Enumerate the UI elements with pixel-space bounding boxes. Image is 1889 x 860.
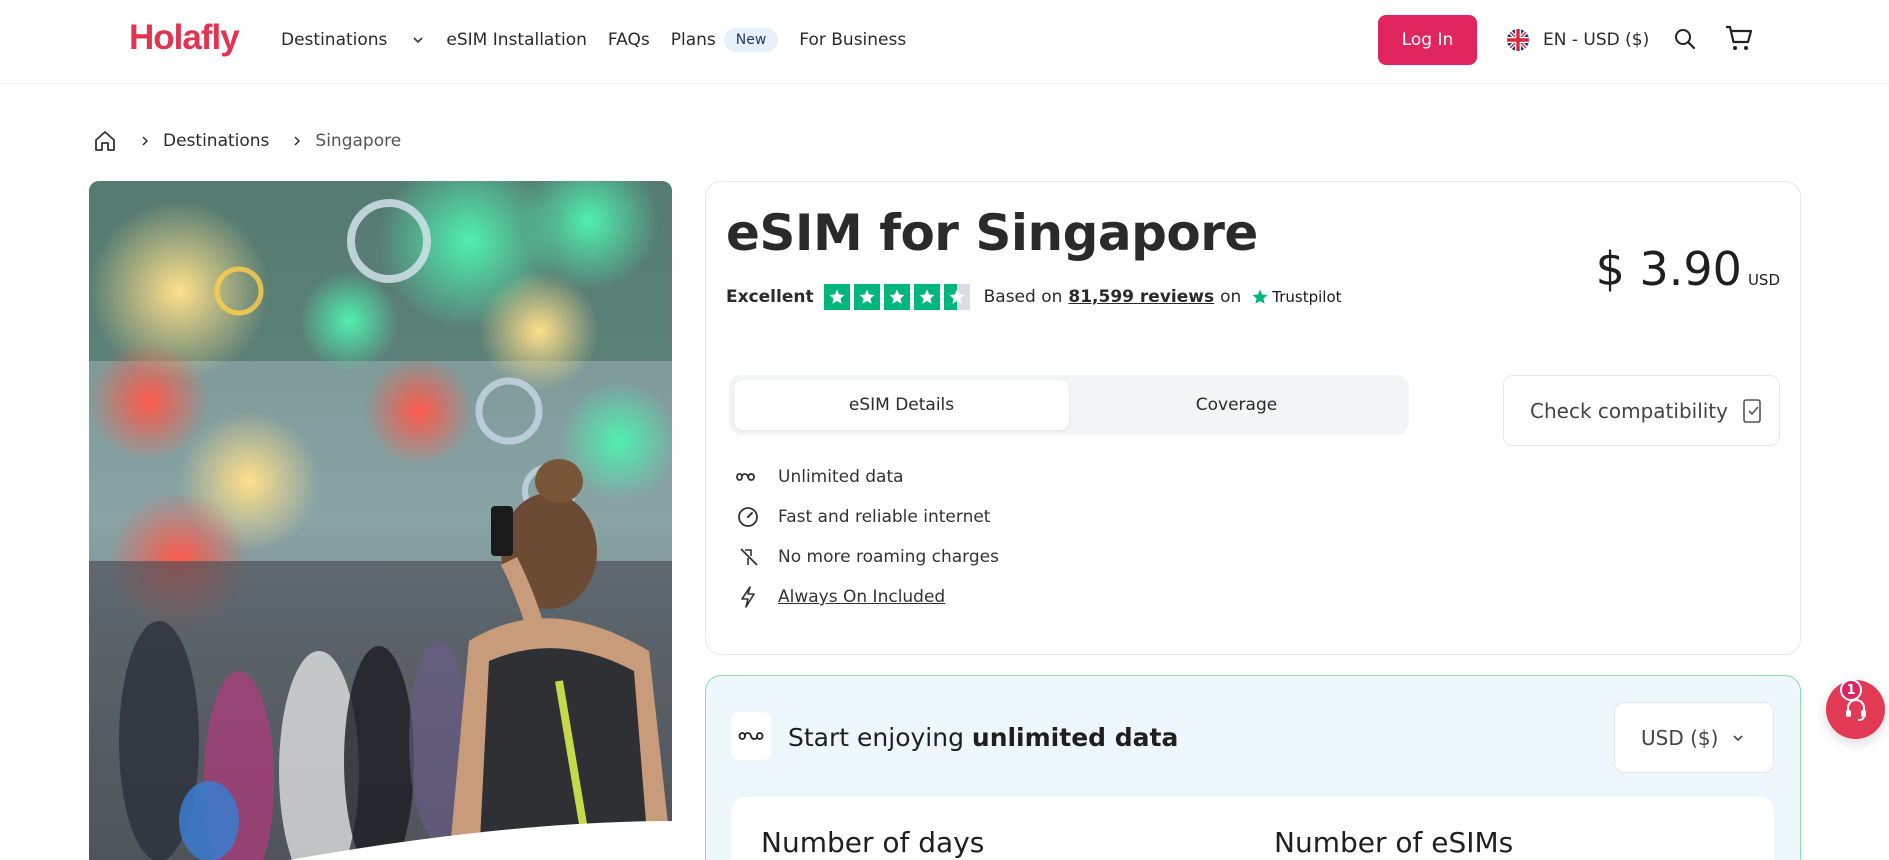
main-nav: Destinations eSIM Installation FAQs Plan… <box>281 0 927 80</box>
plan-selector: Start enjoying unlimited data USD ($) Nu… <box>705 675 1801 860</box>
based-on-text: Based on <box>983 287 1063 307</box>
price-currency: USD <box>1747 271 1780 289</box>
feature-label: Fast and reliable internet <box>778 507 991 527</box>
chevron-down-icon <box>413 37 423 44</box>
star-icon <box>883 284 910 310</box>
feature-always-on[interactable]: Always On Included <box>736 577 999 617</box>
chevron-right-icon <box>142 136 149 146</box>
trustpilot-label: Trustpilot <box>1272 288 1342 306</box>
chevron-down-icon <box>1733 734 1743 741</box>
singapore-street-photo <box>89 181 672 860</box>
product-title: eSIM for Singapore <box>726 204 1258 262</box>
plan-title: Start enjoying unlimited data <box>788 723 1178 752</box>
no-roaming-icon <box>736 545 760 569</box>
nav-destinations[interactable]: Destinations <box>281 30 425 50</box>
infinity-icon <box>731 712 771 760</box>
language-currency-selector[interactable]: EN - USD ($) <box>1507 24 1649 56</box>
chat-notification-badge: 1 <box>1840 679 1862 701</box>
nav-destinations-label: Destinations <box>281 30 388 50</box>
infinity-icon <box>736 465 760 489</box>
product-tabs: eSIM Details Coverage <box>729 375 1409 435</box>
rating-word: Excellent <box>726 287 814 307</box>
language-label: EN - USD ($) <box>1543 30 1650 50</box>
holafly-logo[interactable]: Holafly <box>129 18 240 58</box>
nav-plans[interactable]: Plans New <box>671 28 779 52</box>
trustpilot-rating: Excellent Based on 81,599 reviews on Tru… <box>726 284 1342 310</box>
search-icon[interactable] <box>1673 27 1697 51</box>
always-on-link[interactable]: Always On Included <box>778 587 945 607</box>
nav-faqs[interactable]: FAQs <box>608 30 650 50</box>
site-header: Holafly Destinations eSIM Installation F… <box>0 0 1889 84</box>
speedometer-icon <box>736 505 760 529</box>
star-icon <box>823 284 850 310</box>
uk-flag-icon <box>1507 29 1529 51</box>
tab-esim-details[interactable]: eSIM Details <box>734 380 1069 430</box>
rating-stars <box>823 284 974 310</box>
product-card: eSIM for Singapore Excellent Based on 81… <box>705 181 1801 655</box>
check-compatibility-label: Check compatibility <box>1530 398 1728 423</box>
plan-title-prefix: Start enjoying <box>788 723 972 752</box>
star-icon <box>913 284 940 310</box>
price: $ 3.90 USD <box>1596 242 1780 296</box>
plan-title-bold: unlimited data <box>971 723 1179 752</box>
login-button[interactable]: Log In <box>1378 15 1477 65</box>
tab-coverage[interactable]: Coverage <box>1069 380 1404 430</box>
home-icon[interactable] <box>93 129 117 153</box>
feature-fast-internet: Fast and reliable internet <box>736 497 999 537</box>
cart-icon[interactable] <box>1724 23 1754 53</box>
nav-for-business[interactable]: For Business <box>799 30 906 50</box>
phone-check-icon <box>1743 398 1761 423</box>
breadcrumb-singapore: Singapore <box>315 131 402 151</box>
nav-esim-installation-label: eSIM Installation <box>446 30 587 50</box>
chevron-right-icon <box>294 136 301 146</box>
star-icon <box>853 284 880 310</box>
feature-list: Unlimited data Fast and reliable interne… <box>736 457 999 617</box>
hero-image <box>89 181 672 860</box>
nav-plans-label: Plans <box>670 30 716 50</box>
nav-faqs-label: FAQs <box>607 30 650 50</box>
feature-label: No more roaming charges <box>778 547 999 567</box>
new-badge: New <box>723 28 779 52</box>
plan-options-panel: Number of days Number of eSIMs <box>731 797 1774 860</box>
number-of-esims-label: Number of eSIMs <box>1274 826 1514 859</box>
number-of-days-label: Number of days <box>761 826 985 859</box>
reviews-link[interactable]: 81,599 reviews <box>1068 287 1214 307</box>
nav-esim-installation[interactable]: eSIM Installation <box>446 30 587 50</box>
lightning-icon <box>736 585 760 609</box>
feature-no-roaming: No more roaming charges <box>736 537 999 577</box>
on-text: on <box>1220 287 1242 307</box>
nav-for-business-label: For Business <box>799 30 907 50</box>
trustpilot-logo[interactable]: Trustpilot <box>1251 288 1342 306</box>
currency-select[interactable]: USD ($) <box>1614 702 1774 773</box>
currency-select-value: USD ($) <box>1641 725 1719 750</box>
price-amount: $ 3.90 <box>1595 242 1742 296</box>
breadcrumb: Destinations Singapore <box>93 128 401 154</box>
trustpilot-star-icon <box>1252 289 1268 304</box>
feature-label: Unlimited data <box>778 467 904 487</box>
half-star-icon <box>943 284 970 310</box>
feature-unlimited-data: Unlimited data <box>736 457 999 497</box>
breadcrumb-destinations[interactable]: Destinations <box>163 131 269 151</box>
check-compatibility-button[interactable]: Check compatibility <box>1503 375 1780 446</box>
